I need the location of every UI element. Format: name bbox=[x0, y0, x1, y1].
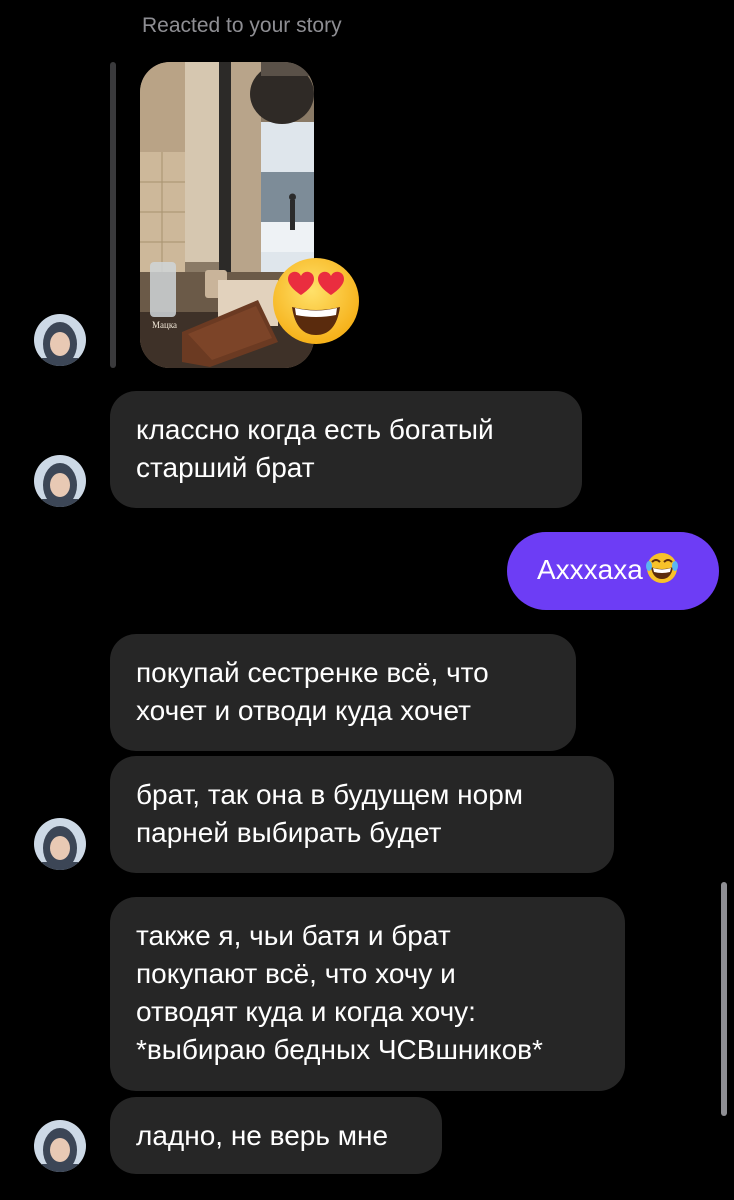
message-text: Аxxxaxa bbox=[537, 554, 643, 585]
message-bubble[interactable]: брат, так она в будущем норм парней выби… bbox=[110, 756, 614, 873]
laughing-tears-emoji-icon bbox=[645, 551, 679, 585]
watermark-text: Мацка bbox=[152, 320, 177, 330]
avatar[interactable] bbox=[34, 455, 86, 507]
scrollbar[interactable] bbox=[721, 882, 727, 1116]
message-bubble[interactable]: также я, чьи батя и брат покупают всё, ч… bbox=[110, 897, 625, 1091]
message-text: классно когда есть богатый старший брат bbox=[136, 414, 494, 483]
avatar[interactable] bbox=[34, 818, 86, 870]
reply-bar bbox=[110, 62, 116, 368]
message-text: также я, чьи батя и брат покупают всё, ч… bbox=[136, 920, 543, 1065]
message-text: покупай сестренке всё, что хочет и отвод… bbox=[136, 657, 489, 726]
message-bubble[interactable]: покупай сестренке всё, что хочет и отвод… bbox=[110, 634, 576, 751]
message-text: брат, так она в будущем норм парней выби… bbox=[136, 779, 524, 848]
avatar[interactable] bbox=[34, 1120, 86, 1172]
story-reaction-label: Reacted to your story bbox=[142, 14, 342, 37]
message-bubble-sent[interactable]: Аxxxaxa bbox=[507, 532, 719, 610]
message-text: ладно, не верь мне bbox=[136, 1120, 389, 1151]
message-bubble[interactable]: ладно, не верь мне bbox=[110, 1097, 442, 1174]
avatar[interactable] bbox=[34, 314, 86, 366]
message-bubble[interactable]: классно когда есть богатый старший брат bbox=[110, 391, 582, 508]
heart-eyes-emoji-icon bbox=[270, 255, 362, 347]
